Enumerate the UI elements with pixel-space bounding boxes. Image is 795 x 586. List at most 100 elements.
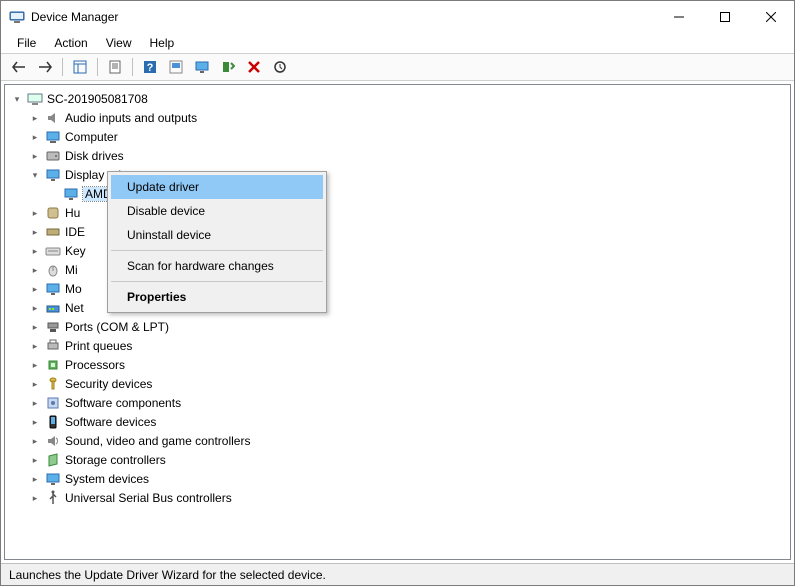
- chevron-right-icon[interactable]: ▸: [29, 397, 41, 409]
- chevron-right-icon[interactable]: ▸: [29, 150, 41, 162]
- chevron-right-icon[interactable]: ▸: [29, 416, 41, 428]
- tree-node-label: Key: [65, 244, 86, 258]
- tree-node-label: Audio inputs and outputs: [65, 111, 197, 125]
- tree-node[interactable]: ▸ Software devices: [29, 413, 788, 431]
- menu-separator: [111, 250, 323, 251]
- chevron-right-icon[interactable]: ▸: [29, 359, 41, 371]
- menu-item-update-driver[interactable]: Update driver: [111, 175, 323, 199]
- hid-icon: [45, 205, 61, 221]
- menu-item-uninstall-device[interactable]: Uninstall device: [111, 223, 323, 247]
- tree-node[interactable]: ▸ Computer: [29, 128, 788, 146]
- chevron-right-icon[interactable]: ▸: [29, 473, 41, 485]
- tree-node-label: Mi: [65, 263, 78, 277]
- cpu-icon: [45, 357, 61, 373]
- chevron-right-icon[interactable]: ▸: [29, 435, 41, 447]
- swdev-icon: [45, 414, 61, 430]
- chevron-right-icon[interactable]: ▸: [29, 131, 41, 143]
- minimize-button[interactable]: [656, 1, 702, 33]
- chevron-right-icon[interactable]: ▸: [29, 112, 41, 124]
- svg-text:?: ?: [147, 62, 154, 74]
- display-icon: [63, 186, 79, 202]
- chevron-right-icon[interactable]: ▸: [29, 264, 41, 276]
- tree-node[interactable]: ▸ System devices: [29, 470, 788, 488]
- device-manager-window: Device Manager File Action View Help ? ▾…: [0, 0, 795, 586]
- properties-button[interactable]: [103, 55, 127, 79]
- status-bar: Launches the Update Driver Wizard for th…: [1, 563, 794, 585]
- tree-node-label: Storage controllers: [65, 453, 166, 467]
- forward-button[interactable]: [33, 55, 57, 79]
- close-button[interactable]: [748, 1, 794, 33]
- display-icon: [45, 167, 61, 183]
- menu-item-scan-for-hardware-changes[interactable]: Scan for hardware changes: [111, 254, 323, 278]
- tree-node-label: System devices: [65, 472, 149, 486]
- tree-node-label: Computer: [65, 130, 118, 144]
- chevron-right-icon[interactable]: ▸: [29, 492, 41, 504]
- chevron-right-icon[interactable]: ▸: [29, 226, 41, 238]
- printer-icon: [45, 338, 61, 354]
- chevron-right-icon[interactable]: ▸: [29, 245, 41, 257]
- chevron-down-icon[interactable]: ▾: [29, 169, 41, 181]
- tree-node[interactable]: ▸ Sound, video and game controllers: [29, 432, 788, 450]
- tree-node-label: Software devices: [65, 415, 156, 429]
- tree-node[interactable]: ▸ Print queues: [29, 337, 788, 355]
- menu-item-properties[interactable]: Properties: [111, 285, 323, 309]
- ide-icon: [45, 224, 61, 240]
- chevron-right-icon[interactable]: ▸: [29, 378, 41, 390]
- show-hidden-button[interactable]: [68, 55, 92, 79]
- menu-action[interactable]: Action: [46, 34, 95, 52]
- chevron-down-icon[interactable]: ▾: [11, 93, 23, 105]
- usb-icon: [45, 490, 61, 506]
- install-legacy-icon[interactable]: [216, 55, 240, 79]
- window-controls: [656, 1, 794, 33]
- tree-node[interactable]: ▸ Disk drives: [29, 147, 788, 165]
- menu-view[interactable]: View: [98, 34, 140, 52]
- tree-node[interactable]: ▸ Ports (COM & LPT): [29, 318, 788, 336]
- tree-root[interactable]: ▾ SC-201905081708: [11, 90, 788, 108]
- chevron-right-icon[interactable]: ▸: [29, 454, 41, 466]
- tree-node-label: Print queues: [65, 339, 132, 353]
- maximize-button[interactable]: [702, 1, 748, 33]
- chevron-right-icon[interactable]: ▸: [29, 283, 41, 295]
- chevron-right-icon[interactable]: ▸: [29, 302, 41, 314]
- menu-help[interactable]: Help: [142, 34, 183, 52]
- separator: [94, 55, 101, 79]
- chevron-right-icon[interactable]: ▸: [29, 207, 41, 219]
- keyboard-icon: [45, 243, 61, 259]
- ports-icon: [45, 319, 61, 335]
- toolbar: ?: [1, 53, 794, 81]
- context-menu: Update driverDisable deviceUninstall dev…: [107, 171, 327, 313]
- tree-node-label: Sound, video and game controllers: [65, 434, 250, 448]
- scan-icon[interactable]: [268, 55, 292, 79]
- tree-node-label: Disk drives: [65, 149, 124, 163]
- mouse-icon: [45, 262, 61, 278]
- tree-node[interactable]: ▸ Audio inputs and outputs: [29, 109, 788, 127]
- window-title: Device Manager: [31, 10, 118, 24]
- device-tree-panel: ▾ SC-201905081708 ▸ Audio inputs and out…: [4, 84, 791, 560]
- tree-node[interactable]: ▸ Storage controllers: [29, 451, 788, 469]
- tree-node[interactable]: ▸ Software components: [29, 394, 788, 412]
- tree-node[interactable]: ▸ Universal Serial Bus controllers: [29, 489, 788, 507]
- audio-icon: [45, 110, 61, 126]
- separator: [129, 55, 136, 79]
- chevron-right-icon[interactable]: ▸: [29, 340, 41, 352]
- computer-icon: [45, 129, 61, 145]
- tree-node[interactable]: ▸ Processors: [29, 356, 788, 374]
- tree-node-label: Processors: [65, 358, 125, 372]
- tree-node-label: Mo: [65, 282, 82, 296]
- storage-icon: [45, 452, 61, 468]
- tree-node-label: Universal Serial Bus controllers: [65, 491, 232, 505]
- tree-node-label: IDE: [65, 225, 85, 239]
- tree-node-label: Software components: [65, 396, 181, 410]
- uninstall-icon[interactable]: [242, 55, 266, 79]
- menu-file[interactable]: File: [9, 34, 44, 52]
- monitor-icon[interactable]: [190, 55, 214, 79]
- action-center-icon[interactable]: [164, 55, 188, 79]
- back-button[interactable]: [7, 55, 31, 79]
- tree-node-label: Security devices: [65, 377, 152, 391]
- chevron-right-icon[interactable]: ▸: [29, 321, 41, 333]
- help-icon[interactable]: ?: [138, 55, 162, 79]
- tree-node[interactable]: ▸ Security devices: [29, 375, 788, 393]
- status-text: Launches the Update Driver Wizard for th…: [9, 568, 326, 582]
- menu-item-disable-device[interactable]: Disable device: [111, 199, 323, 223]
- system-icon: [45, 471, 61, 487]
